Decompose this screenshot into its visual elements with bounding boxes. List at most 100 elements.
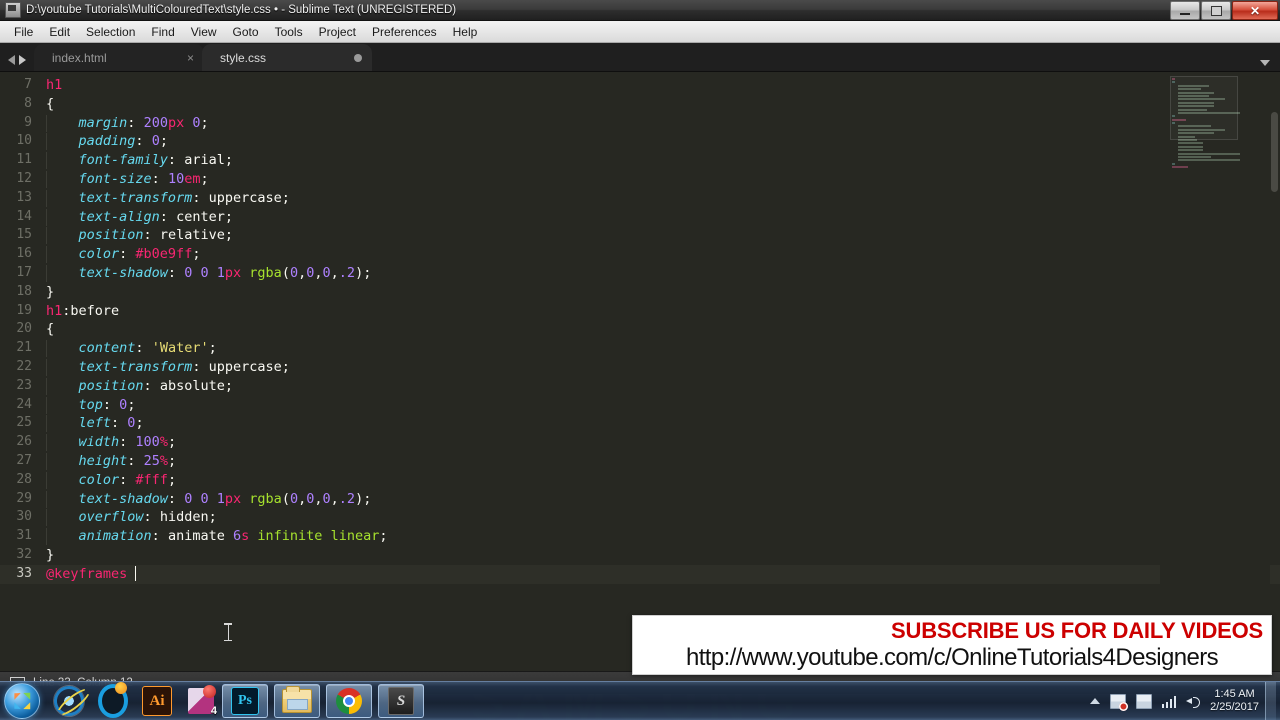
code-line[interactable]: 9 margin: 200px 0; bbox=[0, 114, 1280, 133]
code-token: 10 bbox=[167, 170, 185, 187]
unsaved-changes-dot-icon[interactable] bbox=[354, 53, 362, 62]
taskbar-blue-circle-app[interactable] bbox=[98, 682, 128, 718]
code-line[interactable]: 26 width: 100%; bbox=[0, 433, 1280, 452]
tab-navigation bbox=[0, 55, 34, 71]
code-token: font-size bbox=[78, 170, 152, 187]
code-line[interactable]: 13 text-transform: uppercase; bbox=[0, 189, 1280, 208]
action-center-flag-icon[interactable] bbox=[1109, 693, 1128, 711]
code-line[interactable]: 10 padding: 0; bbox=[0, 132, 1280, 151]
blue-circle-app-icon bbox=[98, 682, 128, 718]
tab-next-arrow-icon[interactable] bbox=[19, 55, 26, 65]
close-icon[interactable]: × bbox=[187, 52, 194, 64]
indent-guide bbox=[46, 490, 47, 508]
taskbar-photoshop[interactable]: Ps bbox=[222, 684, 268, 718]
code-line[interactable]: 27 height: 25%; bbox=[0, 452, 1280, 471]
code-line[interactable]: 30 overflow: hidden; bbox=[0, 508, 1280, 527]
code-token: text-transform bbox=[78, 189, 193, 206]
line-number: 32 bbox=[16, 546, 32, 562]
signal-bars-icon[interactable] bbox=[1161, 695, 1177, 708]
menu-preferences[interactable]: Preferences bbox=[364, 23, 445, 41]
code-line[interactable]: 18} bbox=[0, 283, 1280, 302]
line-number: 15 bbox=[16, 227, 32, 243]
tab-style-css[interactable]: style.css bbox=[202, 44, 372, 71]
taskbar-chrome[interactable] bbox=[326, 684, 372, 718]
code-line[interactable]: 20 { bbox=[0, 320, 1280, 339]
restore-button[interactable] bbox=[1201, 1, 1231, 20]
taskbar-pink-app[interactable]: 4 bbox=[186, 685, 217, 717]
code-token: @keyframes bbox=[46, 565, 136, 582]
code-content[interactable]: 7 h1 8{9 margin: 200px 0; 10 padding: 0; 11 … bbox=[0, 76, 1280, 584]
taskbar: Ai 4 Ps S 1:45 AM 2/25/2017 bbox=[0, 681, 1280, 720]
menu-help[interactable]: Help bbox=[445, 23, 486, 41]
menu-edit[interactable]: Edit bbox=[41, 23, 78, 41]
menu-file[interactable]: File bbox=[6, 23, 41, 41]
menu-project[interactable]: Project bbox=[311, 23, 364, 41]
tab-index-html[interactable]: index.html × bbox=[34, 44, 204, 71]
code-line[interactable]: 33 @keyframes bbox=[0, 564, 1280, 584]
tab-label: style.css bbox=[220, 50, 267, 65]
code-token: h1 bbox=[46, 302, 63, 319]
code-line[interactable]: 15 position: relative; bbox=[0, 226, 1280, 245]
code-token: color bbox=[78, 471, 120, 488]
close-button[interactable]: ✕ bbox=[1232, 1, 1278, 20]
code-token: 6 bbox=[232, 528, 242, 545]
taskbar-sublime-text[interactable]: S bbox=[378, 684, 424, 718]
menu-view[interactable]: View bbox=[183, 23, 225, 41]
vertical-scrollbar[interactable] bbox=[1271, 112, 1278, 192]
show-hidden-icons-arrow-icon[interactable] bbox=[1089, 698, 1100, 704]
minimize-button[interactable] bbox=[1170, 1, 1200, 20]
code-line[interactable]: 7 h1 bbox=[0, 76, 1280, 95]
taskbar-illustrator[interactable]: Ai bbox=[142, 686, 172, 716]
network-icon[interactable] bbox=[1135, 693, 1152, 709]
start-button[interactable] bbox=[4, 683, 40, 719]
code-token: #b0e9ff bbox=[135, 246, 193, 263]
taskbar-explorer[interactable] bbox=[274, 684, 320, 718]
volume-speaker-icon[interactable] bbox=[1186, 695, 1201, 708]
clock-date: 2/25/2017 bbox=[1210, 701, 1259, 713]
indent-guide bbox=[46, 208, 47, 226]
chevron-down-icon[interactable] bbox=[1260, 60, 1270, 66]
code-token: } bbox=[46, 546, 55, 563]
show-desktop-button[interactable] bbox=[1265, 682, 1276, 720]
code-line[interactable]: 11 font-family: arial; bbox=[0, 151, 1280, 170]
code-editor[interactable]: 7 h1 8{9 margin: 200px 0; 10 padding: 0; 11 … bbox=[0, 72, 1280, 671]
menu-bar: File Edit Selection Find View Goto Tools… bbox=[0, 21, 1280, 43]
code-line[interactable]: 32} bbox=[0, 546, 1280, 565]
code-line[interactable]: 17 text-shadow: 0 0 1px rgba(0,0,0,.2); bbox=[0, 264, 1280, 283]
code-line[interactable]: 12 font-size: 10em; bbox=[0, 170, 1280, 189]
menu-goto[interactable]: Goto bbox=[225, 23, 267, 41]
menu-selection[interactable]: Selection bbox=[78, 23, 143, 41]
minimap[interactable] bbox=[1160, 72, 1270, 671]
code-line[interactable]: 14 text-align: center; bbox=[0, 208, 1280, 227]
menu-tools[interactable]: Tools bbox=[267, 23, 311, 41]
minimap-viewport[interactable] bbox=[1170, 76, 1238, 140]
line-number: 12 bbox=[16, 170, 32, 186]
taskbar-clock[interactable]: 1:45 AM 2/25/2017 bbox=[1206, 688, 1265, 714]
code-line[interactable]: 8{ bbox=[0, 95, 1280, 114]
code-token: position bbox=[78, 377, 144, 394]
code-line[interactable]: 23 position: absolute; bbox=[0, 377, 1280, 396]
code-token: 'Water' bbox=[151, 340, 209, 357]
line-number: 24 bbox=[16, 396, 32, 412]
code-line[interactable]: 22 text-transform: uppercase; bbox=[0, 358, 1280, 377]
code-line[interactable]: 29 text-shadow: 0 0 1px rgba(0,0,0,.2); bbox=[0, 490, 1280, 509]
code-line[interactable]: 25 left: 0; bbox=[0, 414, 1280, 433]
code-line[interactable]: 16 color: #b0e9ff; bbox=[0, 245, 1280, 264]
line-number: 29 bbox=[16, 490, 32, 506]
title-bar[interactable]: D:\youtube Tutorials\MultiColouredText\s… bbox=[0, 0, 1280, 21]
menu-find[interactable]: Find bbox=[143, 23, 182, 41]
line-number: 16 bbox=[16, 246, 32, 262]
code-line[interactable]: 31 animation: animate 6s infinite linear… bbox=[0, 527, 1280, 546]
code-line[interactable]: 19 h1:before bbox=[0, 302, 1280, 321]
tab-prev-arrow-icon[interactable] bbox=[8, 55, 15, 65]
code-token: ; bbox=[224, 152, 233, 169]
taskbar-internet-explorer[interactable] bbox=[50, 682, 88, 720]
code-line[interactable]: 24 top: 0; bbox=[0, 396, 1280, 415]
code-line[interactable]: 21 content: 'Water'; bbox=[0, 339, 1280, 358]
code-line[interactable]: 28 color: #fff; bbox=[0, 471, 1280, 490]
